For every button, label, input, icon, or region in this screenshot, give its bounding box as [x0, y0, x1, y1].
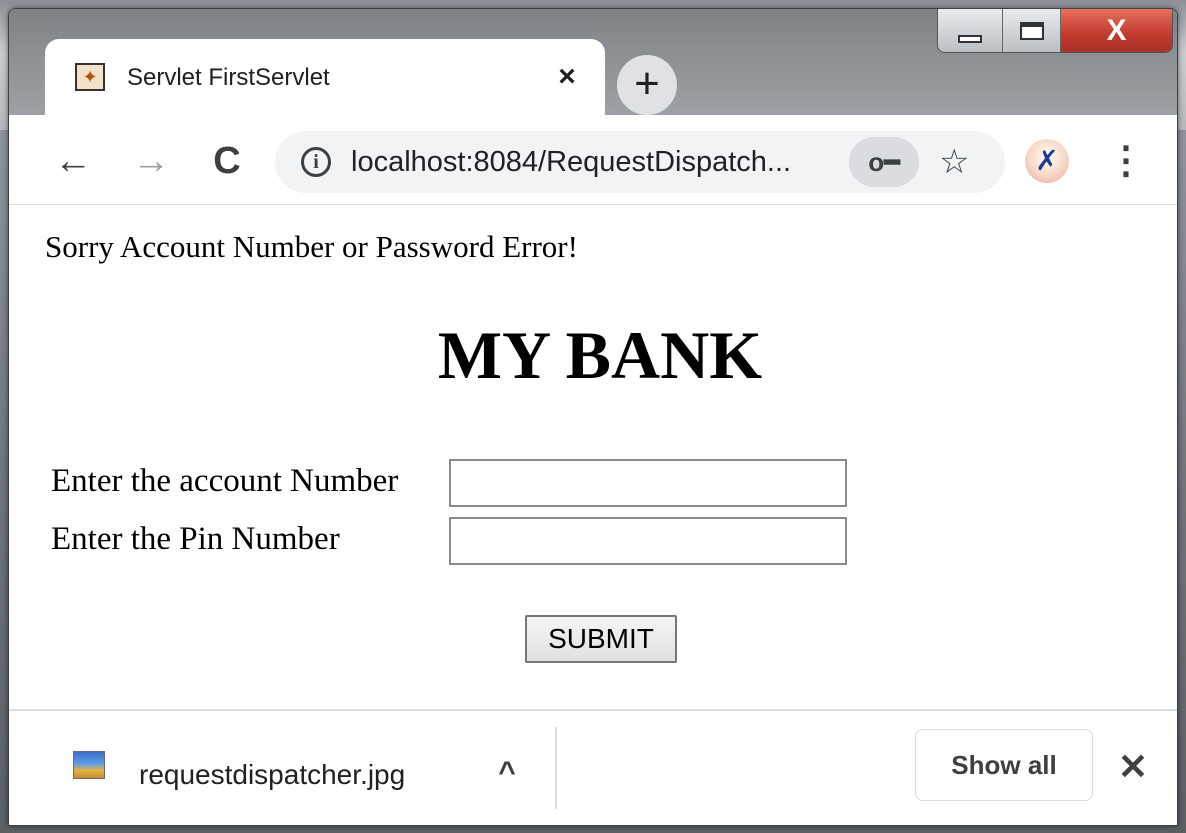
forward-arrow-icon[interactable]: → — [125, 135, 177, 187]
servlet-favicon-icon: ✦ — [75, 63, 105, 91]
tab-close-icon[interactable]: × — [551, 61, 583, 93]
window-controls: X — [937, 9, 1173, 53]
profile-avatar-icon[interactable]: ✗ — [1025, 139, 1069, 183]
address-bar[interactable]: i localhost:8084/RequestDispatch... o━ ☆ — [275, 131, 1005, 193]
maximize-icon — [1019, 22, 1044, 40]
site-info-icon[interactable]: i — [301, 147, 331, 177]
chevron-up-icon[interactable]: ^ — [487, 753, 527, 793]
pin-number-label: Enter the Pin Number — [51, 521, 340, 557]
page-content: Sorry Account Number or Password Error! … — [9, 205, 1177, 709]
url-text[interactable]: localhost:8084/RequestDispatch... — [351, 145, 791, 179]
browser-toolbar: ← → C i localhost:8084/RequestDispatch..… — [9, 117, 1177, 205]
downloads-bar: requestdispatcher.jpg ^ Show all ✕ — [9, 709, 1177, 825]
image-file-icon — [73, 751, 105, 779]
page-title: MY BANK — [437, 317, 763, 393]
account-number-label: Enter the account Number — [51, 463, 399, 499]
back-arrow-icon[interactable]: ← — [47, 135, 99, 187]
new-tab-button[interactable]: + — [617, 55, 677, 115]
downloads-divider — [555, 727, 557, 809]
pin-number-input[interactable] — [449, 517, 847, 565]
browser-window: ✦ Servlet FirstServlet × + X ← → C i loc… — [8, 8, 1178, 826]
title-bar: ✦ Servlet FirstServlet × + X — [9, 9, 1177, 117]
close-window-button[interactable]: X — [1060, 9, 1172, 52]
tab-title: Servlet FirstServlet — [127, 64, 330, 91]
account-number-input[interactable] — [449, 459, 847, 507]
close-downloads-icon[interactable]: ✕ — [1111, 745, 1155, 789]
minimize-icon — [958, 35, 983, 43]
kebab-menu-icon[interactable]: ⋮ — [1107, 135, 1145, 187]
bookmark-star-icon[interactable]: ☆ — [939, 139, 969, 185]
download-file-name[interactable]: requestdispatcher.jpg — [139, 757, 405, 793]
tab-servlet-firstservlet[interactable]: ✦ Servlet FirstServlet × — [45, 39, 605, 117]
close-icon: X — [1106, 14, 1127, 47]
minimize-button[interactable] — [938, 9, 1004, 52]
maximize-button[interactable] — [1003, 9, 1061, 52]
error-message: Sorry Account Number or Password Error! — [45, 229, 578, 264]
password-key-icon[interactable]: o━ — [849, 137, 919, 187]
reload-icon[interactable]: C — [201, 135, 253, 187]
show-all-button[interactable]: Show all — [915, 729, 1093, 801]
submit-button[interactable]: SUBMIT — [525, 615, 677, 663]
